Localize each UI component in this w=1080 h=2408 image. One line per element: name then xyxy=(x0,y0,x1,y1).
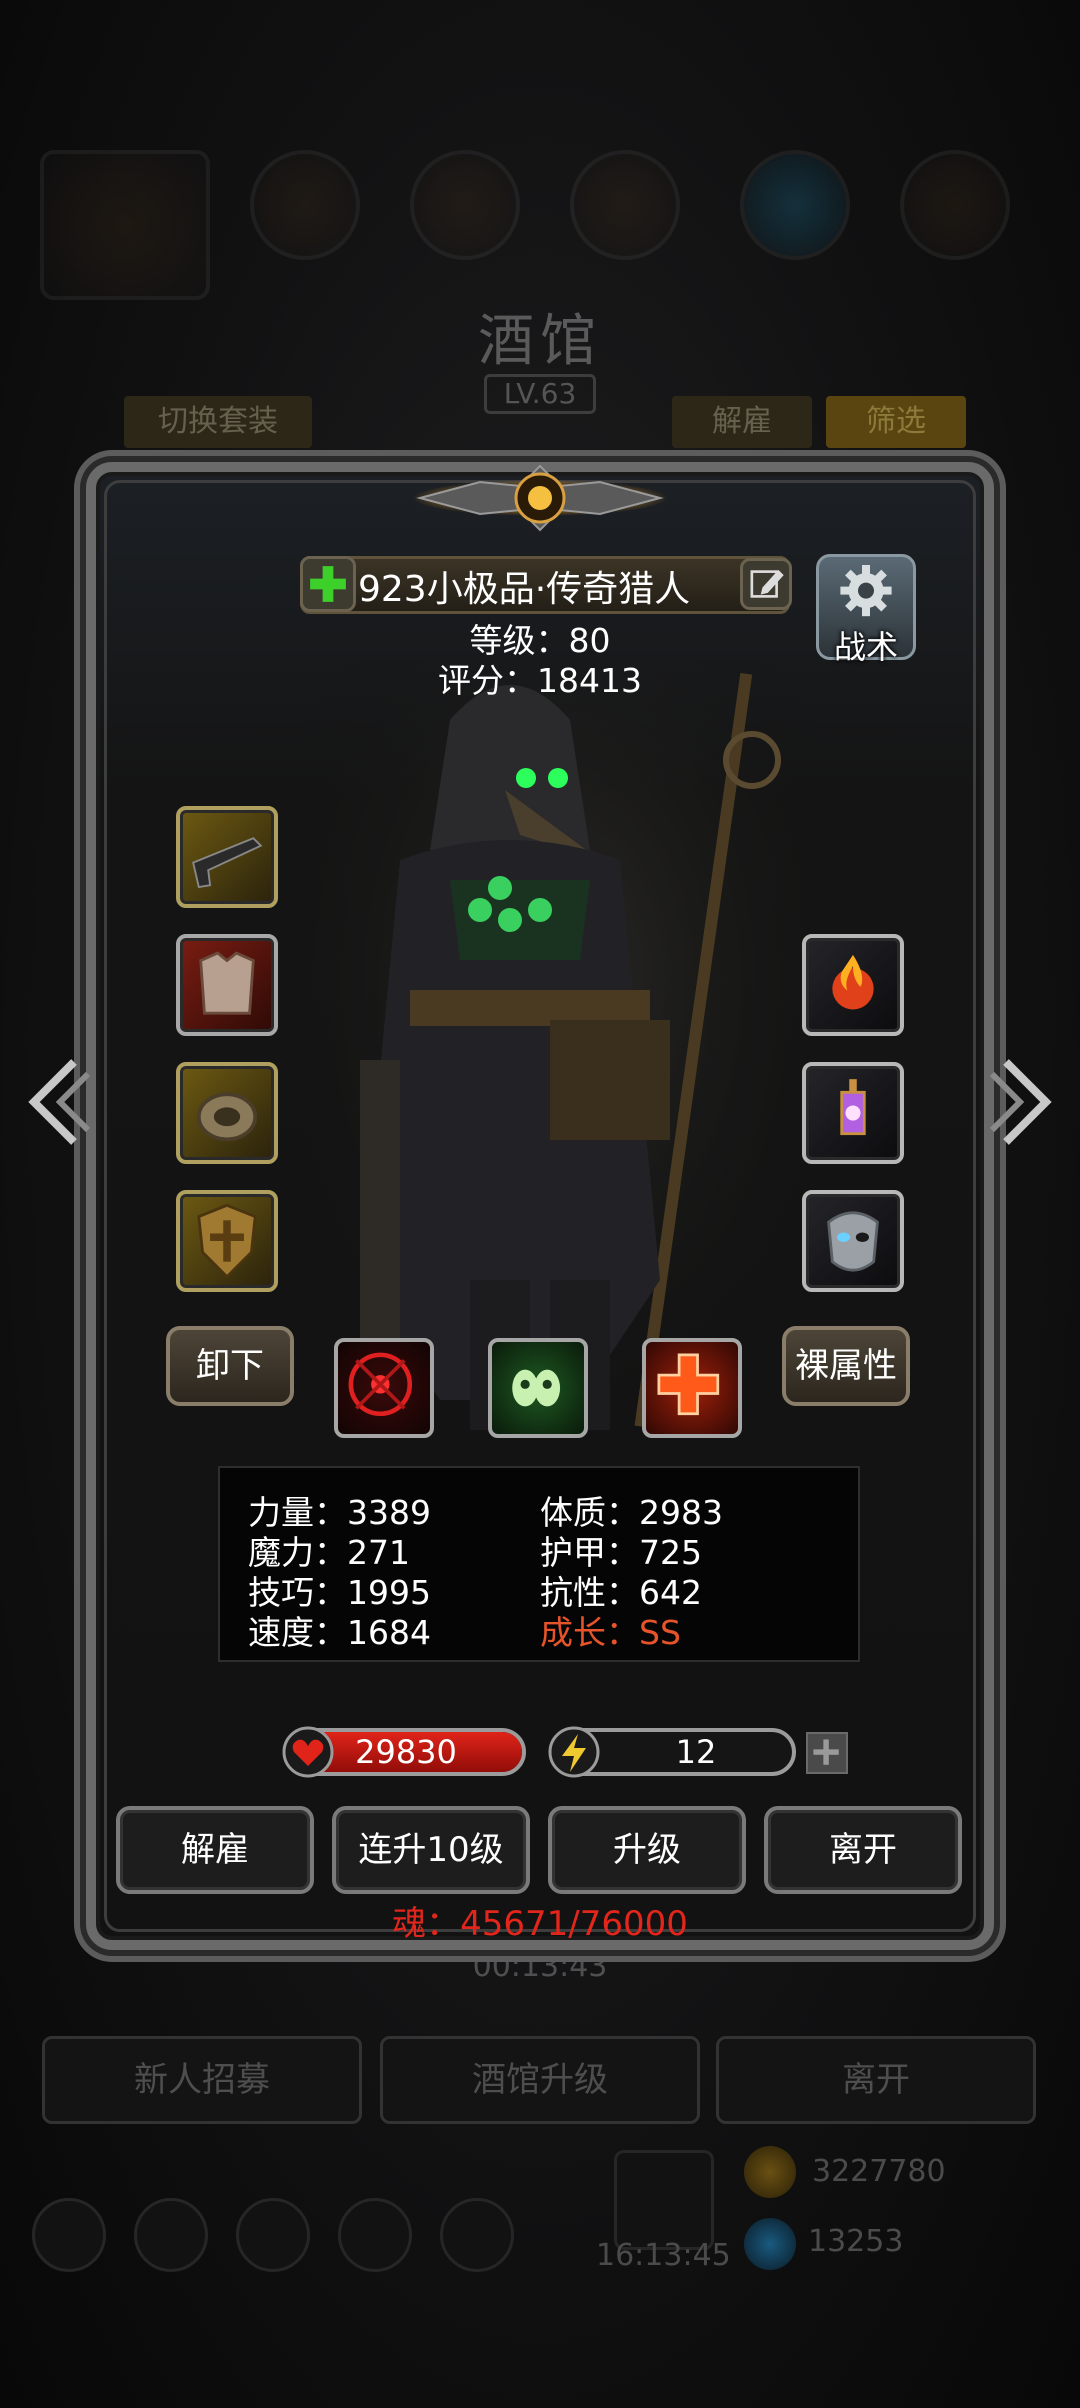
background-menu-icon xyxy=(338,2198,412,2272)
energy-value: 12 xyxy=(675,1733,717,1771)
add-button[interactable] xyxy=(300,556,356,612)
gold-coin-icon xyxy=(744,2146,796,2198)
dismiss-button[interactable]: 解雇 xyxy=(116,1806,314,1894)
leave-button[interactable]: 离开 xyxy=(764,1806,962,1894)
poison-skill-icon xyxy=(512,1369,561,1407)
background-clock: 16:13:45 xyxy=(596,2238,731,2273)
next-hero-arrow-icon[interactable] xyxy=(986,1052,1066,1152)
skill-slot-2[interactable] xyxy=(488,1338,588,1438)
switch-outfit-tab: 切换套装 xyxy=(124,396,312,448)
plus-icon xyxy=(813,1739,839,1765)
chest-armor-icon xyxy=(199,951,255,1015)
unequip-button[interactable]: 卸下 xyxy=(166,1326,294,1406)
gun-icon xyxy=(192,837,263,889)
rename-button[interactable] xyxy=(740,558,792,610)
mask-slot[interactable] xyxy=(802,1190,904,1292)
background-upgrade-tavern-button: 酒馆升级 xyxy=(380,2036,700,2124)
mask-icon xyxy=(827,1211,879,1272)
ring-icon xyxy=(196,1092,258,1142)
dialog-emblem-icon xyxy=(412,464,668,532)
background-slot xyxy=(410,150,520,260)
heart-icon xyxy=(282,1726,334,1778)
lantern-slot[interactable] xyxy=(802,1062,904,1164)
fire-orb-icon xyxy=(832,954,874,1010)
background-menu-icon xyxy=(134,2198,208,2272)
level-up-10-button[interactable]: 连升10级 xyxy=(332,1806,530,1894)
plus-icon xyxy=(310,566,346,602)
background-slot xyxy=(740,150,850,260)
ring-slot[interactable] xyxy=(176,1062,278,1164)
shield-icon xyxy=(197,1203,257,1279)
level-up-button[interactable]: 升级 xyxy=(548,1806,746,1894)
hero-name: 923小极品·传奇猎人 xyxy=(358,569,691,610)
background-gold: 3227780 xyxy=(812,2154,946,2189)
background-level: LV.63 xyxy=(484,374,596,414)
previous-hero-arrow-icon[interactable] xyxy=(14,1052,94,1152)
dismiss-tab: 解雇 xyxy=(672,396,812,448)
attr-speed: 速度：1684 xyxy=(248,1613,431,1652)
tactics-label: 战术 xyxy=(833,628,898,666)
soul-progress: 魂：45671/76000 xyxy=(392,1904,688,1944)
skill-slot-3[interactable] xyxy=(642,1338,742,1438)
attr-growth: 成长：SS xyxy=(540,1613,681,1652)
armor-slot[interactable] xyxy=(176,934,278,1036)
background-slot-row xyxy=(0,130,1080,300)
background-gift-icon xyxy=(614,2150,714,2250)
background-gems: 13253 xyxy=(808,2224,904,2259)
background-slot xyxy=(570,150,680,260)
gem-icon xyxy=(744,2218,796,2270)
background-avatar xyxy=(40,150,210,300)
raw-attributes-button[interactable]: 裸属性 xyxy=(782,1326,910,1406)
lantern-icon xyxy=(840,1079,866,1136)
background-slot xyxy=(900,150,1010,260)
target-skill-icon xyxy=(348,1352,413,1417)
background-title: 酒馆 xyxy=(478,309,602,374)
background-slot xyxy=(250,150,360,260)
heal-cross-skill-icon xyxy=(657,1353,720,1416)
shield-slot[interactable] xyxy=(176,1190,278,1292)
filter-tab: 筛选 xyxy=(826,396,966,448)
background-menu-icon xyxy=(32,2198,106,2272)
edit-icon xyxy=(750,569,784,598)
background-recruit-button: 新人招募 xyxy=(42,2036,362,2124)
fire-rune-slot[interactable] xyxy=(802,934,904,1036)
weapon-slot[interactable] xyxy=(176,806,278,908)
lightning-icon xyxy=(548,1726,600,1778)
background-menu-icon xyxy=(440,2198,514,2272)
background-menu-icon xyxy=(236,2198,310,2272)
background-leave-button: 离开 xyxy=(716,2036,1036,2124)
skill-slot-1[interactable] xyxy=(334,1338,434,1438)
add-energy-button[interactable] xyxy=(806,1732,848,1774)
